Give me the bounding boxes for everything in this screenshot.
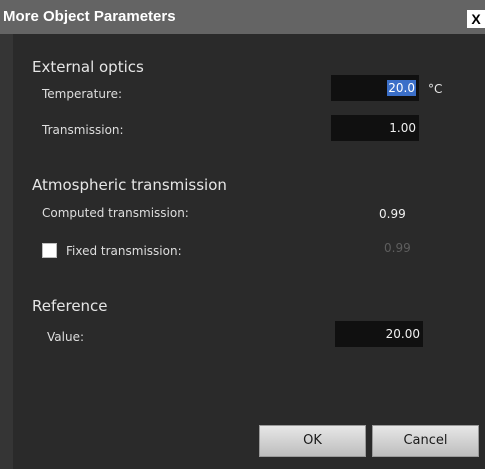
title-bar: More Object Parameters X [0, 0, 485, 34]
temperature-unit: °C [428, 82, 443, 96]
fixed-transmission-value: 0.99 [384, 241, 411, 255]
computed-transmission-value: 0.99 [379, 207, 406, 221]
section-heading-external-optics: External optics [32, 58, 144, 76]
reference-value: 20.00 [385, 327, 420, 341]
window-frame-left [0, 34, 13, 469]
reference-value-label: Value: [47, 330, 84, 344]
close-button[interactable]: X [467, 10, 485, 28]
computed-transmission-label: Computed transmission: [42, 206, 189, 220]
transmission-value: 1.00 [389, 121, 416, 135]
dialog-body: External optics Temperature: 20.0 °C Tra… [13, 34, 485, 469]
transmission-label: Transmission: [42, 123, 124, 137]
ok-button[interactable]: OK [259, 425, 366, 457]
reference-value-input[interactable]: 20.00 [335, 321, 423, 347]
temperature-label: Temperature: [42, 87, 123, 101]
window-title: More Object Parameters [3, 8, 176, 25]
temperature-value: 20.0 [387, 80, 416, 96]
section-heading-atmospheric-transmission: Atmospheric transmission [32, 176, 227, 194]
section-heading-reference: Reference [32, 297, 108, 315]
fixed-transmission-label: Fixed transmission: [66, 244, 182, 258]
transmission-input[interactable]: 1.00 [331, 115, 419, 141]
cancel-button[interactable]: Cancel [372, 425, 479, 457]
temperature-input[interactable]: 20.0 [331, 75, 419, 101]
fixed-transmission-checkbox[interactable] [42, 243, 57, 258]
close-icon: X [471, 11, 481, 27]
